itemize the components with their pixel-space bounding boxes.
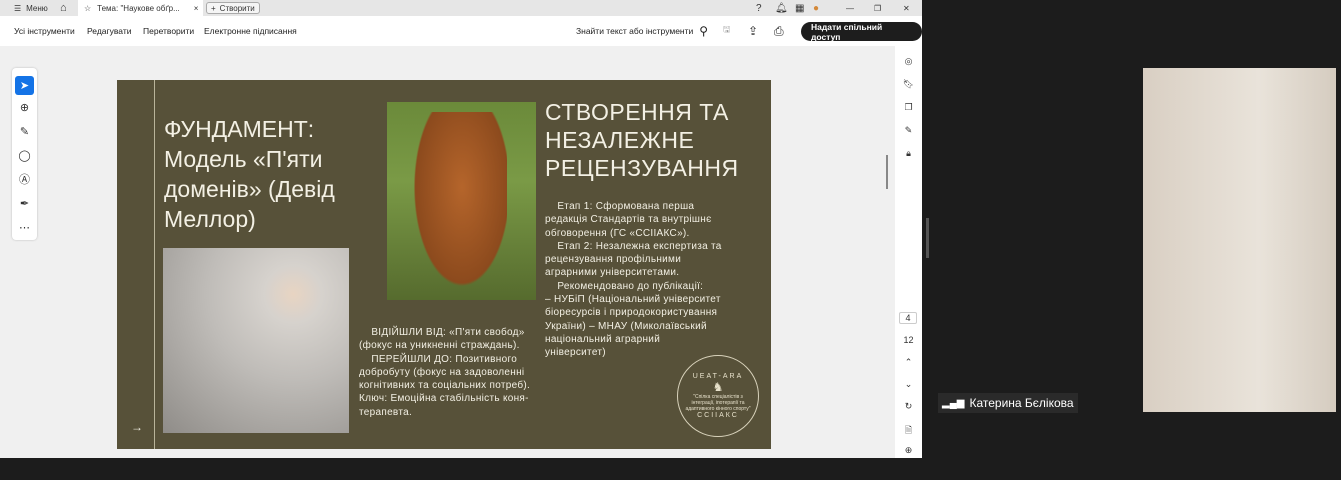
signal-bars-icon: ▂▄▆ <box>942 397 965 409</box>
right-sidebar: ◎ 🔖︎ ❐ ✎ 🔒︎ 4 12 ⌃ ⌄ ↻ 🗎 ⊕ <box>895 46 922 458</box>
search-tools[interactable]: Знайти текст або інструменти ⚲ <box>576 16 708 46</box>
horse-head-icon: ♞ <box>712 380 724 394</box>
more-icon[interactable]: ⋯ <box>12 215 37 239</box>
upload-cloud-icon[interactable]: ⇪ <box>748 16 758 46</box>
pdf-viewer-window: ☰ Меню ⌂ ☆ Тема: "Наукове обґр... × + Створи… <box>0 0 922 458</box>
tool-esign[interactable]: Електронне підписання <box>204 16 297 46</box>
page-number-input[interactable]: 4 <box>899 312 917 324</box>
create-button[interactable]: + Створити <box>206 2 260 14</box>
seal-top: UEAT-ARA <box>692 373 744 380</box>
search-label: Знайти текст або інструменти <box>576 26 694 36</box>
apps-grid-icon[interactable]: ▦ <box>795 0 804 16</box>
seal-bottom: ССІІАКС <box>697 412 739 419</box>
rotate-icon[interactable]: ↻ <box>895 401 922 412</box>
protect-icon[interactable]: 🔒︎ <box>895 148 922 159</box>
arrow-icon: → <box>131 420 143 434</box>
tool-palette: ➤ ⊕ ✎ ◯ Ⓐ ✒ ⋯ <box>12 68 37 240</box>
participant-video <box>1143 68 1336 412</box>
pen-icon[interactable]: ✎ <box>12 119 37 143</box>
share-button[interactable]: Надати спільний доступ <box>801 22 922 42</box>
star-icon: ☆ <box>84 3 92 13</box>
vertical-scrollbar[interactable] <box>886 155 888 189</box>
tab-title: Тема: "Наукове обґр... <box>97 3 180 13</box>
avatar[interactable]: ● <box>813 0 819 16</box>
five-domains-text: ВІДІЙШЛИ ВІД: «П'яти свобод» (фокус на у… <box>359 327 531 418</box>
tool-edit[interactable]: Редагувати <box>87 16 131 46</box>
divider-line <box>154 80 155 449</box>
slide-title-left: ФУНДАМЕНТ: Модель «П'яти доменів» (Девід… <box>164 116 335 232</box>
zoom-in-icon[interactable]: ⊕ <box>895 445 922 456</box>
close-tab-icon[interactable]: × <box>194 4 199 13</box>
minimize-icon[interactable]: — <box>846 0 854 16</box>
menu-icon: ☰ <box>14 3 22 13</box>
bell-icon[interactable]: 🔔︎ <box>775 0 788 16</box>
create-label: Створити <box>219 3 255 13</box>
presentation-slide: ФУНДАМЕНТ: Модель «П'яти доменів» (Девід… <box>117 80 771 449</box>
tool-convert[interactable]: Перетворити <box>143 16 194 46</box>
select-cursor-icon[interactable]: ➤ <box>15 76 34 95</box>
close-window-icon[interactable]: ✕ <box>903 0 910 16</box>
save-icon[interactable]: 🖫 <box>723 16 730 46</box>
home-icon[interactable]: ⌂ <box>60 0 67 16</box>
panel-splitter[interactable] <box>926 218 929 258</box>
sign-icon[interactable]: ✒ <box>12 191 37 215</box>
white-horse-photo <box>163 248 349 433</box>
page-down-icon[interactable]: ⌄ <box>895 379 922 390</box>
pages-icon[interactable]: ❐ <box>895 102 922 113</box>
review-stages-text: Етап 1: Сформована перша редакція Станда… <box>545 201 722 359</box>
page-fit-icon[interactable]: 🗎 <box>895 423 922 439</box>
seal-mid: "Спілка спеціалістів з інтеграції, іпоте… <box>685 394 751 412</box>
maximize-icon[interactable]: ❐ <box>874 0 881 16</box>
text-box-icon[interactable]: Ⓐ <box>12 167 37 191</box>
menu-button[interactable]: ☰ Меню <box>14 0 48 16</box>
participant-name-label: ▂▄▆ Катерина Бєлікова <box>938 393 1078 413</box>
print-icon[interactable]: ⎙ <box>774 16 784 46</box>
tool-all-tools[interactable]: Усі інструменти <box>14 16 75 46</box>
plus-icon: + <box>211 3 216 13</box>
tab-document[interactable]: ☆ Тема: "Наукове обґр... × <box>78 0 203 16</box>
slide-title-right: СТВОРЕННЯ ТА НЕЗАЛЕЖНЕ РЕЦЕНЗУВАННЯ <box>545 99 739 181</box>
organization-seal: UEAT-ARA ♞ "Спілка спеціалістів з інтегр… <box>677 355 759 437</box>
bookmark-icon[interactable]: 🔖︎ <box>895 79 922 90</box>
participant-name: Катерина Бєлікова <box>969 396 1074 410</box>
menu-label: Меню <box>26 3 48 13</box>
lasso-icon[interactable]: ◯ <box>12 143 37 167</box>
help-icon[interactable]: ? <box>756 0 762 16</box>
brown-horse-photo <box>387 102 536 300</box>
page-up-icon[interactable]: ⌃ <box>895 357 922 368</box>
comment-zoom-icon[interactable]: ⊕ <box>12 95 37 119</box>
page-total: 12 <box>903 335 914 345</box>
search-icon: ⚲ <box>699 24 709 38</box>
edit-sign-icon[interactable]: ✎ <box>895 125 922 136</box>
comment-icon[interactable]: ◎ <box>895 56 922 67</box>
tab-bar: ☰ Меню ⌂ ☆ Тема: "Наукове обґр... × + Створи… <box>0 0 922 16</box>
main-toolbar: Усі інструменти Редагувати Перетворити Е… <box>0 16 922 46</box>
